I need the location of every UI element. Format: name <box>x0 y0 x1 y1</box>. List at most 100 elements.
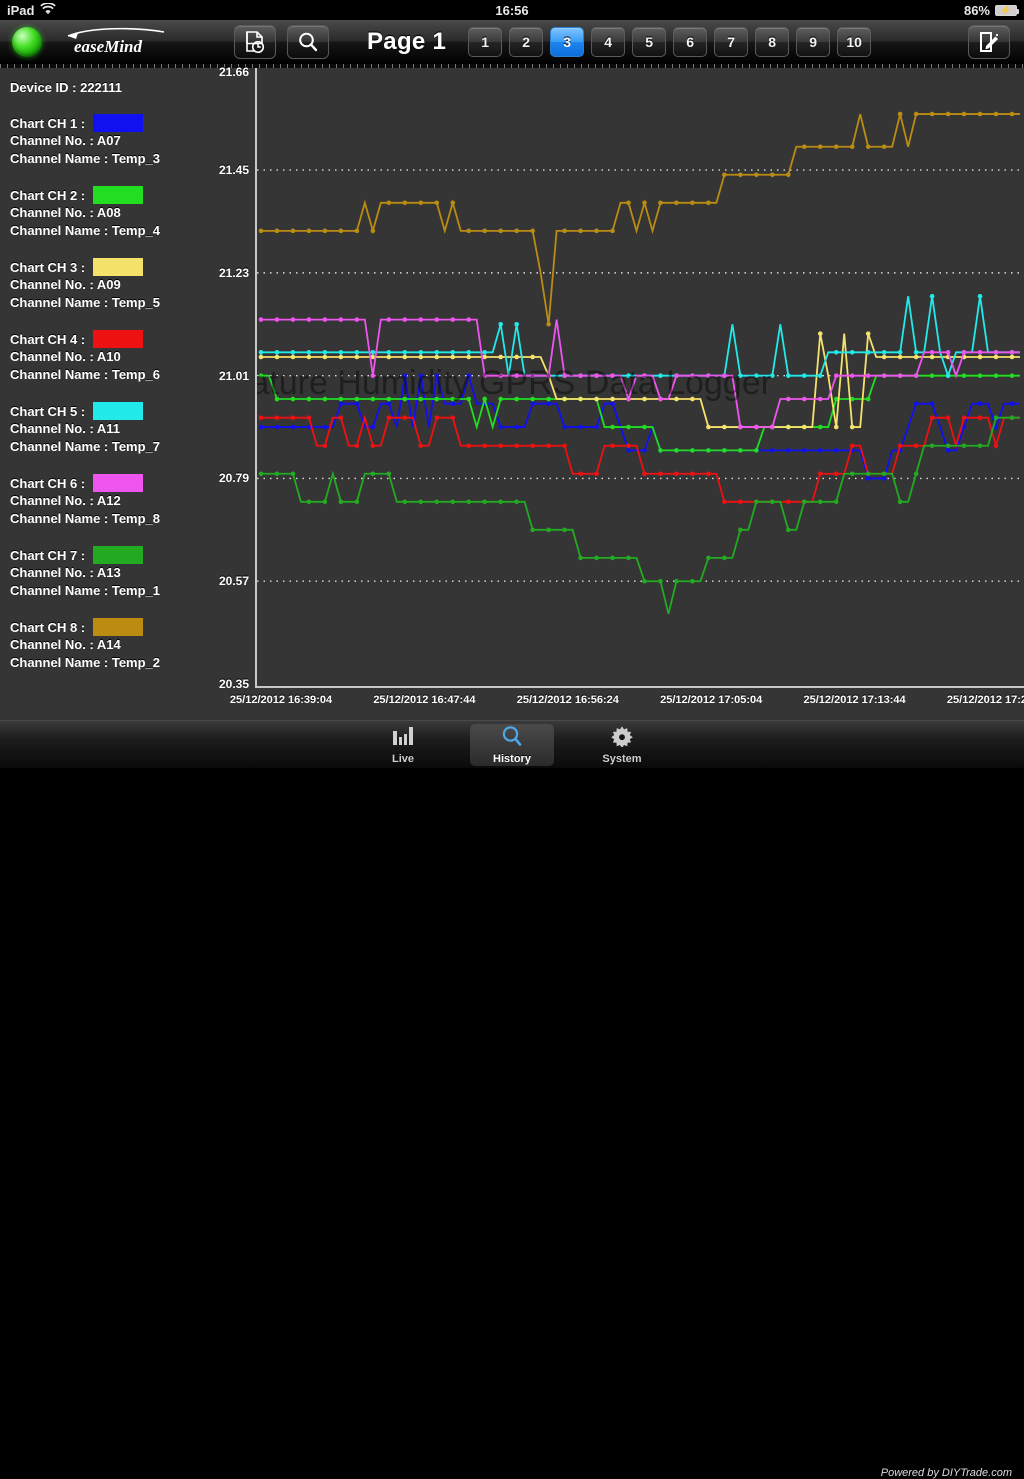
channel-color-swatch <box>93 546 144 564</box>
series-point <box>722 424 727 430</box>
series-point <box>961 415 967 421</box>
x-axis-tick-label: 25/12/2012 17:13:44 <box>803 694 906 706</box>
series-point <box>258 471 264 477</box>
series-point <box>594 396 599 402</box>
series-point <box>386 350 392 355</box>
series-point <box>450 350 456 355</box>
series-line <box>261 333 1020 428</box>
series-point <box>402 200 408 206</box>
series-point <box>897 354 903 360</box>
chart-plot[interactable]: Temperature Humidity GPRS Data Logger <box>255 68 1024 688</box>
page-button-3[interactable]: 3 <box>550 26 585 57</box>
channel-title-row: Chart CH 3 : <box>10 258 160 276</box>
series-point <box>354 228 360 234</box>
series-point <box>897 443 903 449</box>
channel-number-label: Channel No. : A12 <box>10 493 121 508</box>
series-point <box>434 317 440 322</box>
series-point <box>322 354 328 360</box>
tab-live[interactable]: Live <box>361 724 445 766</box>
top-toolbar: easeMind Page 1 1 2 3 4 5 6 7 8 9 10 <box>0 20 1024 64</box>
series-point <box>1009 373 1015 378</box>
series-point <box>466 350 472 355</box>
series-point <box>961 443 967 449</box>
page-button-9[interactable]: 9 <box>796 26 831 57</box>
page-button-8[interactable]: 8 <box>755 26 790 57</box>
series-point <box>322 424 328 430</box>
series-point <box>801 144 807 150</box>
series-point <box>642 424 647 430</box>
series-point <box>706 555 711 561</box>
series-point <box>450 499 456 505</box>
series-point <box>610 396 615 402</box>
series-point <box>706 448 711 453</box>
chart-area: Temperature Humidity GPRS Data Logger 25… <box>230 68 1024 720</box>
channel-legend-item-3: Chart CH 3 : Channel No. : A09 Channel Nam… <box>0 258 160 312</box>
series-point <box>290 396 296 402</box>
page-button-7[interactable]: 7 <box>714 26 749 57</box>
series-point <box>418 317 424 322</box>
channel-title-row: Chart CH 8 : <box>10 618 160 636</box>
series-point <box>594 228 599 234</box>
series-point <box>370 471 376 477</box>
page-button-2[interactable]: 2 <box>509 26 544 57</box>
brand-logo: easeMind <box>64 27 179 57</box>
search-icon-button[interactable] <box>287 24 329 59</box>
channel-title-label: Chart CH 3 : <box>10 259 86 275</box>
y-axis-tick-label: 21.23 <box>218 265 249 280</box>
page-button-10[interactable]: 10 <box>837 26 872 57</box>
series-point <box>658 373 663 378</box>
series-point <box>306 354 312 360</box>
series-point <box>322 317 328 322</box>
channel-number-label: Channel No. : A13 <box>10 565 121 580</box>
channel-title-row: Chart CH 7 : <box>10 546 160 564</box>
series-point <box>945 111 951 117</box>
series-point <box>1009 350 1015 355</box>
series-point <box>993 415 999 421</box>
series-point <box>498 228 503 234</box>
channel-color-swatch <box>93 330 144 348</box>
series-point <box>370 350 376 355</box>
series-point <box>929 443 935 449</box>
page-button-1[interactable]: 1 <box>468 26 503 57</box>
series-point <box>658 578 663 584</box>
series-point <box>514 354 519 360</box>
series-point <box>929 401 935 406</box>
series-point <box>546 321 551 327</box>
series-point <box>530 396 535 402</box>
series-point <box>977 350 983 355</box>
series-point <box>258 350 264 355</box>
tab-system[interactable]: System <box>580 724 664 766</box>
series-point <box>865 471 871 477</box>
series-point <box>578 228 583 234</box>
series-point <box>418 499 424 505</box>
series-point <box>786 448 791 453</box>
tab-history-label: History <box>493 753 531 765</box>
page-button-4[interactable]: 4 <box>591 26 626 57</box>
series-point <box>450 317 456 322</box>
series-point <box>770 424 775 430</box>
page-button-5[interactable]: 5 <box>632 26 667 57</box>
series-line <box>261 416 1020 615</box>
channel-legend-item-8: Chart CH 8 : Channel No. : A14 Channel Nam… <box>0 618 160 672</box>
chart-series-8 <box>258 111 1020 327</box>
series-point <box>562 443 567 449</box>
series-point <box>706 424 711 430</box>
channel-legend-item-4: Chart CH 4 : Channel No. : A10 Channel Nam… <box>0 330 160 384</box>
series-point <box>626 373 631 378</box>
document-clock-icon-button[interactable] <box>234 24 276 59</box>
series-point <box>961 350 967 355</box>
tab-history[interactable]: History <box>470 724 554 766</box>
series-point <box>338 354 344 360</box>
series-point <box>626 443 631 449</box>
series-point <box>738 172 743 178</box>
edit-pencil-icon-button[interactable] <box>968 24 1010 59</box>
series-point <box>786 172 791 178</box>
series-point <box>482 499 488 505</box>
series-point <box>738 373 743 378</box>
series-point <box>306 228 312 234</box>
series-point <box>817 424 823 430</box>
series-point <box>418 354 424 360</box>
series-point <box>786 396 791 402</box>
page-button-6[interactable]: 6 <box>673 26 708 57</box>
series-point <box>881 350 887 355</box>
